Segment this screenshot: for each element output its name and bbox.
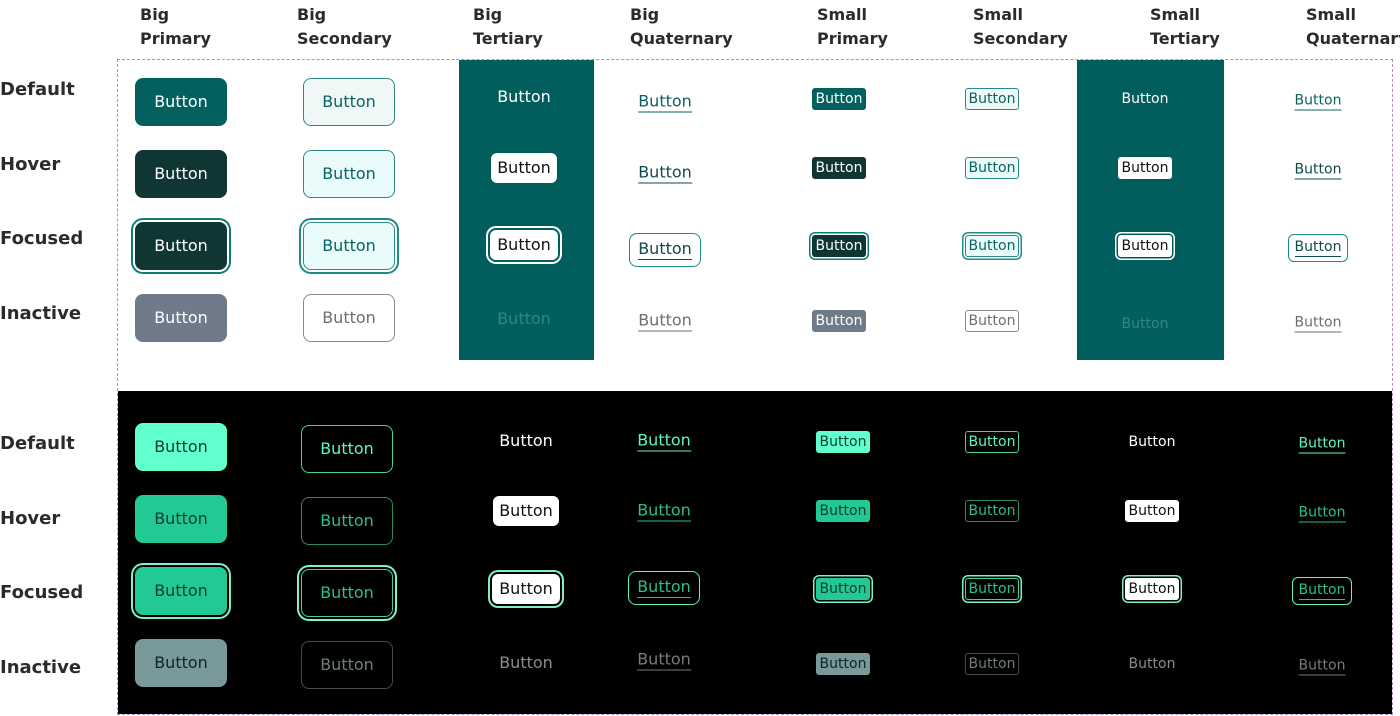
small-tertiary-hover-button[interactable]: Button: [1118, 157, 1172, 179]
dark-row-label-hover: Hover: [0, 508, 61, 529]
dark-small-primary-hover-button[interactable]: Button: [816, 500, 870, 522]
row-label-default: Default: [0, 79, 75, 100]
dark-small-tertiary-inactive-button[interactable]: Button: [1129, 657, 1176, 671]
small-secondary-hover-button[interactable]: Button: [965, 157, 1019, 179]
dark-small-primary-inactive-button[interactable]: Button: [816, 653, 870, 675]
dark-small-tertiary-hover-button[interactable]: Button: [1125, 500, 1179, 522]
small-primary-inactive-button[interactable]: Button: [812, 310, 866, 332]
row-label-focused: Focused: [0, 228, 84, 249]
dark-small-secondary-focused-button[interactable]: Button: [965, 578, 1019, 600]
small-primary-focused-button[interactable]: Button: [812, 235, 866, 257]
big-quaternary-focused-button[interactable]: Button: [629, 233, 701, 267]
row-label-hover: Hover: [0, 154, 61, 175]
big-primary-default-button[interactable]: Button: [135, 78, 227, 126]
small-tertiary-focused-button[interactable]: Button: [1118, 235, 1172, 257]
dark-small-secondary-hover-button[interactable]: Button: [965, 500, 1019, 522]
big-primary-inactive-button[interactable]: Button: [135, 294, 227, 342]
big-secondary-default-button[interactable]: Button: [303, 78, 395, 126]
small-quaternary-inactive-button[interactable]: Button: [1294, 316, 1342, 333]
big-tertiary-focused-button[interactable]: Button: [490, 230, 558, 260]
big-secondary-hover-button[interactable]: Button: [303, 150, 395, 198]
big-tertiary-inactive-button[interactable]: Button: [497, 311, 551, 327]
column-heading-big-secondary: Big Secondary: [297, 5, 392, 48]
small-quaternary-focused-button[interactable]: Button: [1288, 234, 1348, 262]
small-quaternary-hover-button[interactable]: Button: [1294, 163, 1342, 180]
dark-big-secondary-focused-button[interactable]: Button: [301, 569, 393, 617]
dark-small-secondary-inactive-button[interactable]: Button: [965, 653, 1019, 675]
dark-small-secondary-default-button[interactable]: Button: [965, 431, 1019, 453]
dark-small-primary-default-button[interactable]: Button: [816, 431, 870, 453]
column-heading-small-primary: Small Primary: [817, 5, 888, 48]
dark-small-tertiary-default-button[interactable]: Button: [1129, 435, 1176, 449]
dark-big-tertiary-default-button[interactable]: Button: [499, 433, 553, 449]
column-heading-big-primary: Big Primary: [140, 5, 211, 48]
dark-big-primary-default-button[interactable]: Button: [135, 423, 227, 471]
dark-big-secondary-default-button[interactable]: Button: [301, 425, 393, 473]
column-heading-small-tertiary: Small Tertiary: [1150, 5, 1220, 48]
dark-small-tertiary-focused-button[interactable]: Button: [1125, 578, 1179, 600]
dark-small-primary-focused-button[interactable]: Button: [816, 578, 870, 600]
big-primary-focused-button[interactable]: Button: [135, 222, 227, 270]
dark-big-primary-focused-button[interactable]: Button: [135, 567, 227, 615]
big-primary-hover-button[interactable]: Button: [135, 150, 227, 198]
big-quaternary-default-button[interactable]: Button: [638, 93, 692, 113]
big-tertiary-hover-button[interactable]: Button: [491, 153, 557, 183]
small-primary-hover-button[interactable]: Button: [812, 157, 866, 179]
column-heading-big-quaternary: Big Quaternary: [630, 5, 733, 48]
column-heading-small-quaternary: Small Quaternary: [1306, 5, 1400, 48]
dark-big-quaternary-focused-button[interactable]: Button: [628, 571, 700, 605]
dark-small-quaternary-hover-button[interactable]: Button: [1298, 506, 1346, 523]
dark-big-tertiary-focused-button[interactable]: Button: [492, 574, 560, 604]
dark-small-quaternary-focused-button[interactable]: Button: [1292, 577, 1352, 605]
small-secondary-inactive-button[interactable]: Button: [965, 310, 1019, 332]
dark-big-tertiary-hover-button[interactable]: Button: [493, 496, 559, 526]
big-quaternary-hover-button[interactable]: Button: [638, 164, 692, 184]
small-tertiary-default-button[interactable]: Button: [1122, 92, 1169, 106]
dark-big-quaternary-hover-button[interactable]: Button: [637, 502, 691, 522]
big-quaternary-inactive-button[interactable]: Button: [638, 312, 692, 332]
dark-big-quaternary-default-button[interactable]: Button: [637, 432, 691, 452]
big-secondary-inactive-button[interactable]: Button: [303, 294, 395, 342]
dark-row-label-default: Default: [0, 433, 75, 454]
small-primary-default-button[interactable]: Button: [812, 88, 866, 110]
dark-small-quaternary-default-button[interactable]: Button: [1298, 437, 1346, 454]
dark-big-quaternary-inactive-button[interactable]: Button: [637, 651, 691, 671]
big-secondary-focused-button[interactable]: Button: [303, 222, 395, 270]
dark-big-primary-hover-button[interactable]: Button: [135, 495, 227, 543]
dark-row-label-focused: Focused: [0, 582, 84, 603]
dark-row-label-inactive: Inactive: [0, 657, 82, 678]
dark-big-secondary-inactive-button[interactable]: Button: [301, 641, 393, 689]
small-tertiary-inactive-button[interactable]: Button: [1122, 317, 1169, 331]
small-quaternary-default-button[interactable]: Button: [1294, 94, 1342, 111]
dark-big-secondary-hover-button[interactable]: Button: [301, 497, 393, 545]
small-secondary-default-button[interactable]: Button: [965, 88, 1019, 110]
row-label-inactive: Inactive: [0, 303, 82, 324]
dark-big-primary-inactive-button[interactable]: Button: [135, 639, 227, 687]
dark-small-quaternary-inactive-button[interactable]: Button: [1298, 659, 1346, 676]
column-heading-big-tertiary: Big Tertiary: [473, 5, 543, 48]
big-tertiary-default-button[interactable]: Button: [497, 89, 551, 105]
column-heading-small-secondary: Small Secondary: [973, 5, 1068, 48]
small-secondary-focused-button[interactable]: Button: [965, 235, 1019, 257]
dark-big-tertiary-inactive-button[interactable]: Button: [499, 655, 553, 671]
